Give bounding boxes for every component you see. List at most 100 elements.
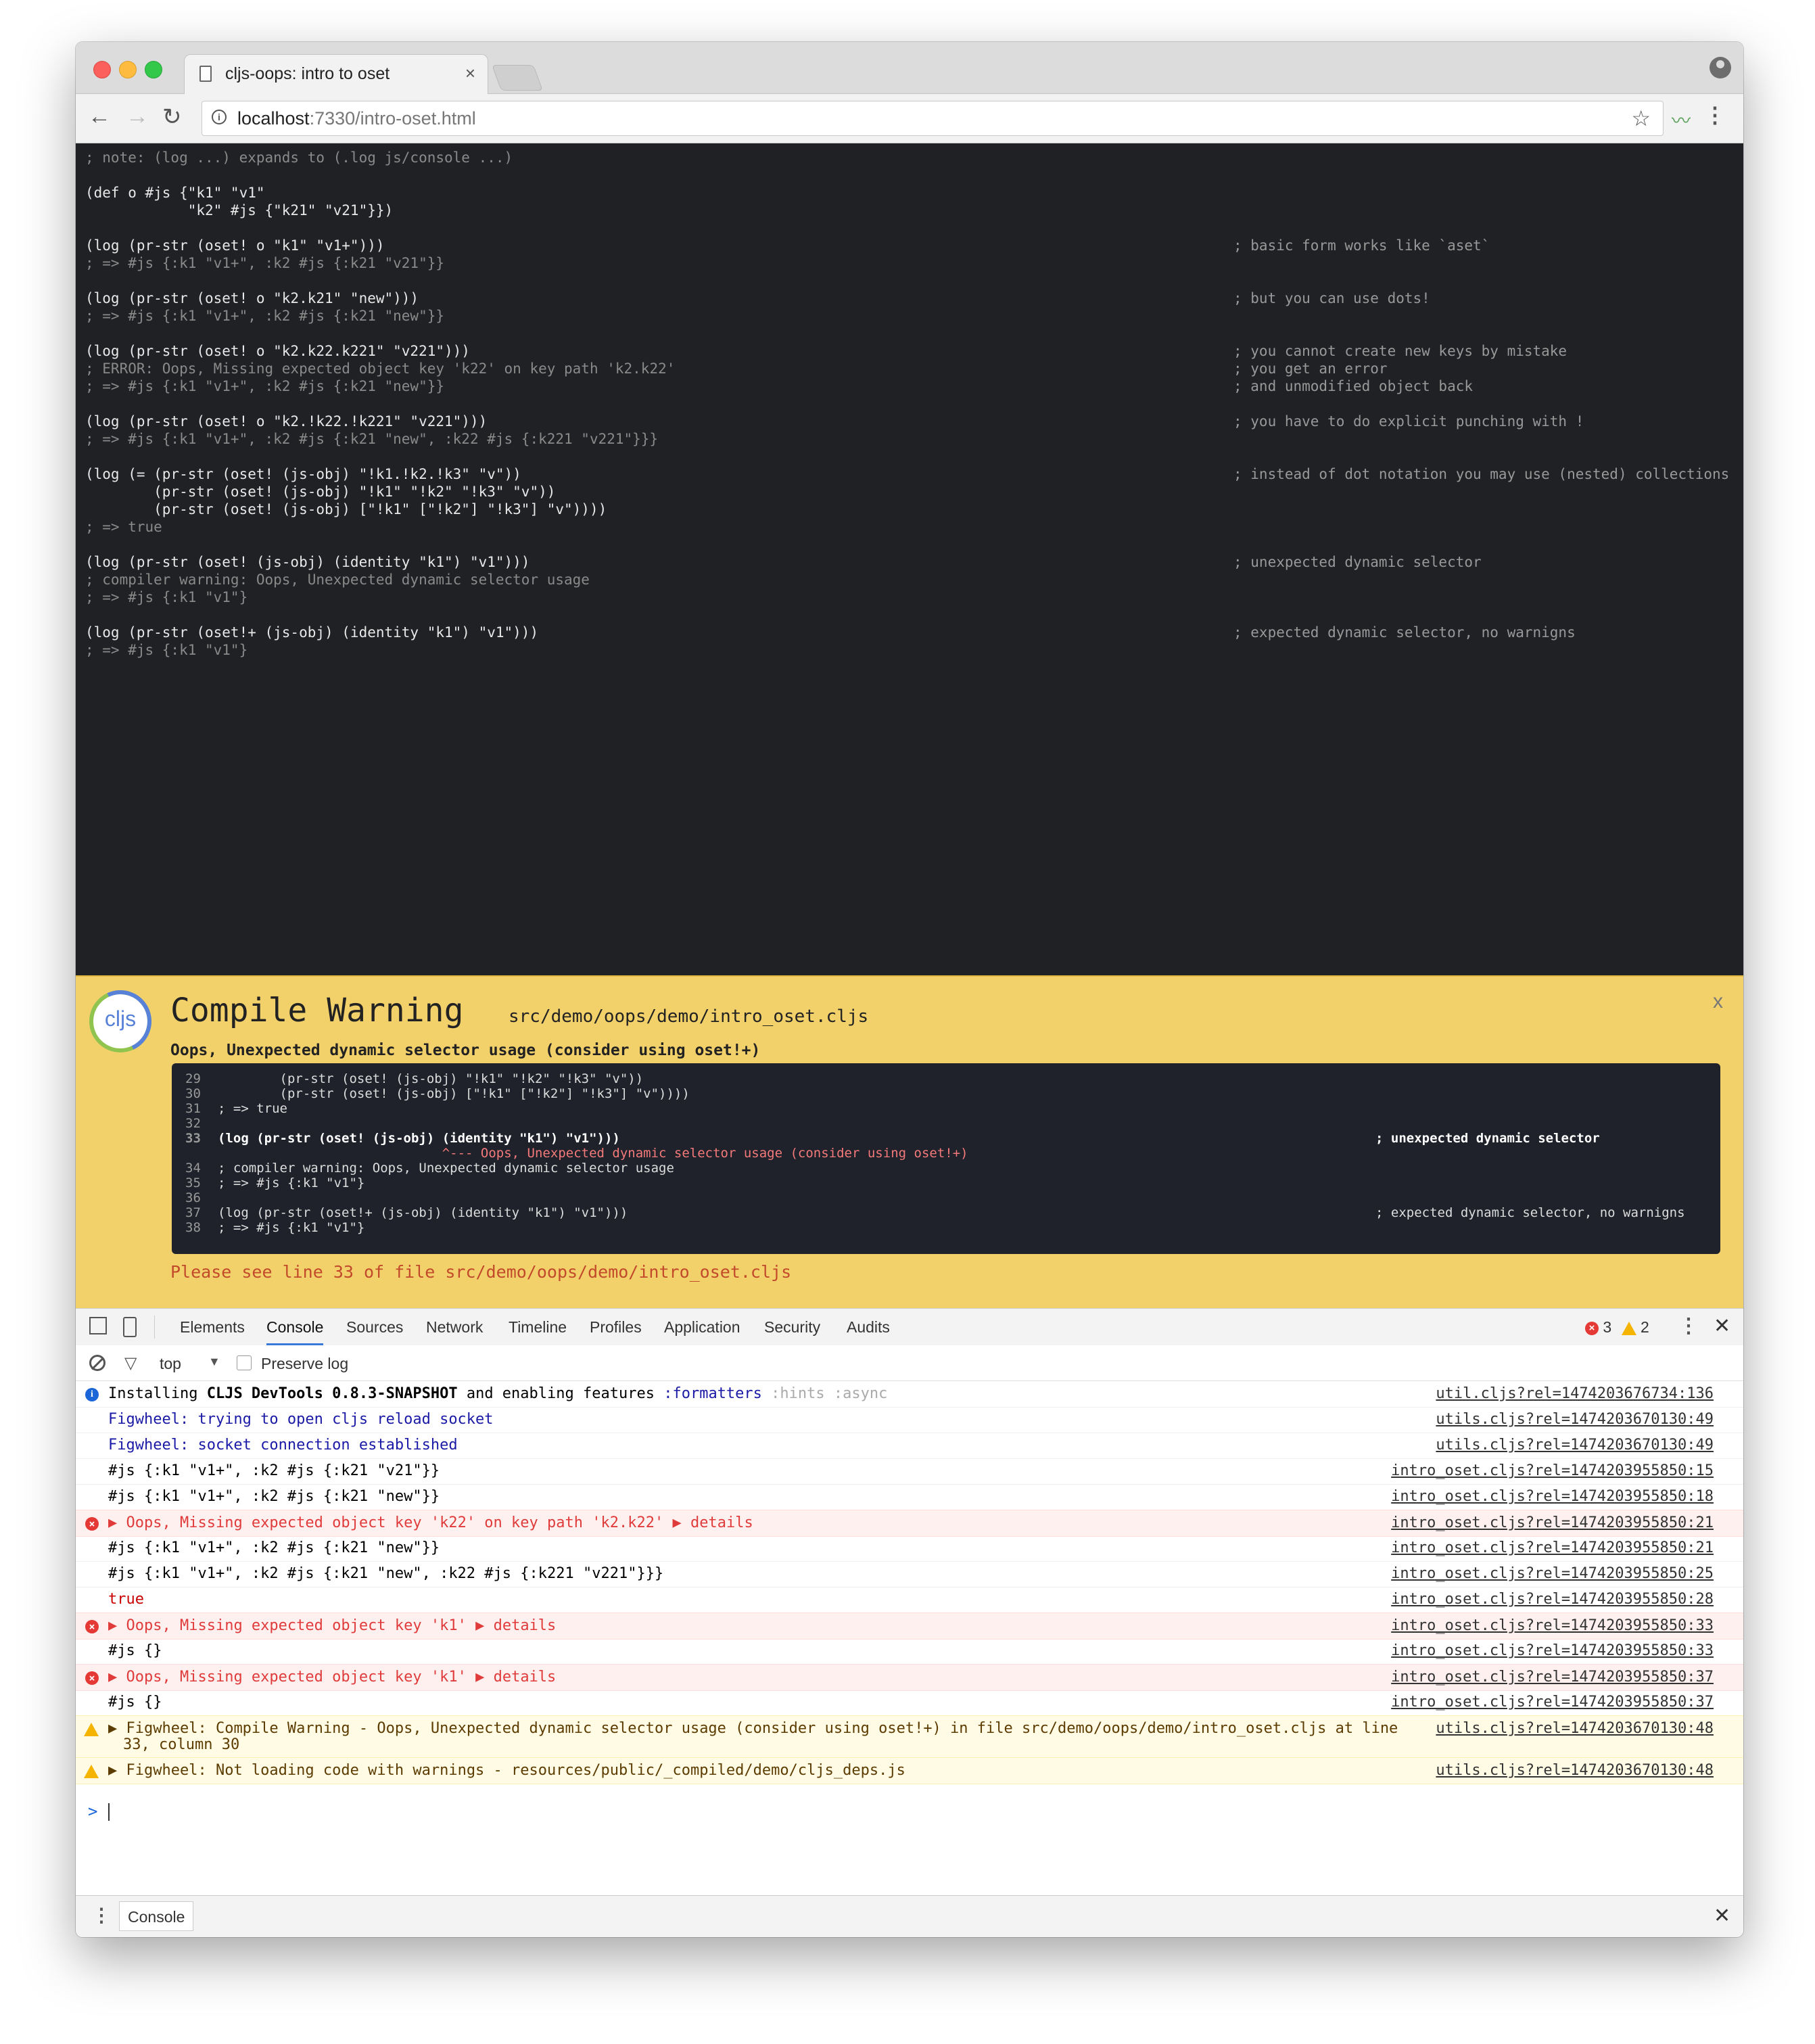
source-link[interactable]: intro_oset.cljs?rel=1474203955850:21 [1391, 1514, 1714, 1531]
tab-timeline[interactable]: Timeline [509, 1318, 567, 1337]
reload-icon[interactable]: ↻ [162, 103, 182, 131]
console-text: ▶ Oops, Missing expected object key 'k22… [108, 1514, 753, 1531]
address-bar[interactable]: i localhost:7330/intro-oset.html ☆ [202, 101, 1664, 136]
bookmark-star-icon[interactable]: ☆ [1631, 106, 1651, 131]
excerpt-line: 29 (pr-str (oset! (js-obj) "!k1" "!k2" "… [185, 1071, 644, 1086]
excerpt-line: 38; => #js {:k1 "v1"} [185, 1220, 365, 1235]
code-line: (pr-str (oset! (js-obj) ["!k1" ["!k2"] "… [85, 501, 607, 517]
dropdown-arrow-icon[interactable]: ▼ [208, 1355, 220, 1369]
code-result: ; => #js {:k1 "v1+", :k2 #js {:k21 "new"… [85, 378, 445, 394]
inspect-element-icon[interactable] [89, 1317, 107, 1334]
console-error-row[interactable]: × ▶ Oops, Missing expected object key 'k… [76, 1510, 1743, 1537]
source-link[interactable]: intro_oset.cljs?rel=1474203955850:37 [1391, 1694, 1714, 1711]
zoom-window-button[interactable] [145, 61, 162, 78]
tab-close-icon[interactable]: × [465, 63, 475, 84]
code-comment: ; expected dynamic selector, no warnigns [1233, 624, 1576, 641]
tab-profiles[interactable]: Profiles [590, 1318, 642, 1337]
error-icon: × [85, 1517, 99, 1531]
tab-network[interactable]: Network [426, 1318, 483, 1337]
clear-console-icon[interactable] [89, 1355, 105, 1371]
url-text[interactable]: localhost:7330/intro-oset.html [237, 108, 476, 129]
tab-elements[interactable]: Elements [180, 1318, 245, 1337]
code-result: ; => #js {:k1 "v1"} [85, 642, 248, 658]
code-warning: ; compiler warning: Oops, Unexpected dyn… [85, 572, 590, 588]
code-line: (log (pr-str (oset! o "k2.k21" "new"))) [85, 290, 419, 306]
source-link[interactable]: utils.cljs?rel=1474203670130:48 [1436, 1762, 1714, 1779]
error-icon: × [85, 1620, 99, 1633]
source-link[interactable]: intro_oset.cljs?rel=1474203955850:37 [1391, 1669, 1714, 1686]
device-toolbar-icon[interactable] [123, 1317, 137, 1337]
preserve-log-checkbox[interactable] [237, 1355, 252, 1370]
console-input[interactable] [108, 1803, 110, 1821]
warning-close-icon[interactable]: x [1713, 990, 1723, 1013]
error-count: 3 [1603, 1318, 1612, 1336]
warning-code-excerpt: 29 (pr-str (oset! (js-obj) "!k1" "!k2" "… [172, 1063, 1720, 1254]
browser-menu-icon[interactable]: ⋮ [1704, 102, 1726, 128]
context-selector[interactable]: top [160, 1355, 181, 1373]
console-text: #js {:k1 "v1+", :k2 #js {:k21 "new", :k2… [108, 1565, 664, 1582]
source-link[interactable]: util.cljs?rel=1474203676734:136 [1436, 1385, 1714, 1402]
tab-security[interactable]: Security [764, 1318, 820, 1337]
warning-title: Compile Warning [170, 992, 464, 1029]
extension-icon[interactable]: 〰 [1672, 106, 1691, 133]
code-line: (def o #js {"k1" "v1" [85, 185, 265, 201]
console-text: #js {:k1 "v1+", :k2 #js {:k21 "new"}} [108, 1488, 440, 1505]
warning-footer: Please see line 33 of file src/demo/oops… [170, 1262, 792, 1282]
warning-icon [84, 1765, 99, 1778]
minimize-window-button[interactable] [119, 61, 137, 78]
title-bar: cljs-oops: intro to oset × [76, 42, 1743, 95]
source-link[interactable]: utils.cljs?rel=1474203670130:49 [1436, 1437, 1714, 1454]
forward-arrow-icon[interactable]: → [126, 103, 149, 130]
code-comment: ; but you can use dots! [1233, 290, 1430, 306]
console-warning-row[interactable]: ▶ Figwheel: Not loading code with warnin… [76, 1757, 1743, 1784]
tab-sources[interactable]: Sources [346, 1318, 403, 1337]
drawer-close-icon[interactable]: ✕ [1714, 1904, 1730, 1928]
back-arrow-icon[interactable]: ← [88, 103, 111, 130]
info-icon[interactable]: i [212, 110, 227, 124]
source-link[interactable]: intro_oset.cljs?rel=1474203955850:21 [1391, 1539, 1714, 1556]
code-line: (pr-str (oset! (js-obj) "!k1" "!k2" "!k3… [85, 484, 556, 500]
page-code-area: ; note: (log ...) expands to (.log js/co… [76, 143, 1743, 975]
source-link[interactable]: intro_oset.cljs?rel=1474203955850:33 [1391, 1617, 1714, 1634]
close-window-button[interactable] [93, 61, 111, 78]
issue-counts[interactable]: × 3 2 [1585, 1318, 1649, 1337]
filter-icon[interactable]: ▽ [124, 1353, 137, 1373]
console-text: Installing CLJS DevTools 0.8.3-SNAPSHOT … [108, 1385, 888, 1402]
console-error-row[interactable]: × ▶ Oops, Missing expected object key 'k… [76, 1612, 1743, 1640]
code-line: (log (pr-str (oset!+ (js-obj) (identity … [85, 624, 539, 641]
tab-application[interactable]: Application [664, 1318, 740, 1337]
code-comment: ; you cannot create new keys by mistake [1233, 343, 1568, 359]
devtools-close-icon[interactable]: ✕ [1714, 1314, 1730, 1338]
compile-warning-overlay: cljs Compile Warning src/demo/oops/demo/… [76, 975, 1743, 1309]
source-link[interactable]: intro_oset.cljs?rel=1474203955850:28 [1391, 1591, 1714, 1608]
code-result: ; => #js {:k1 "v1+", :k2 #js {:k21 "v21"… [85, 255, 445, 271]
drawer-tab-console[interactable]: Console [119, 1901, 194, 1931]
code-line: (log (pr-str (oset! o "k1" "v1+"))) [85, 237, 385, 254]
code-result: ; => true [85, 519, 162, 535]
browser-window: cljs-oops: intro to oset × ← → ↻ i local… [76, 42, 1743, 1937]
tab-console[interactable]: Console [266, 1318, 324, 1345]
code-note: ; note: (log ...) expands to (.log js/co… [85, 149, 513, 166]
source-link[interactable]: utils.cljs?rel=1474203670130:49 [1436, 1411, 1714, 1428]
source-link[interactable]: utils.cljs?rel=1474203670130:48 [1436, 1720, 1714, 1737]
console-text: Figwheel: trying to open cljs reload soc… [108, 1411, 494, 1428]
tab-audits[interactable]: Audits [847, 1318, 890, 1337]
devtools-menu-icon[interactable]: ⋮ [1678, 1314, 1699, 1338]
source-link[interactable]: intro_oset.cljs?rel=1474203955850:25 [1391, 1565, 1714, 1582]
console-error-row[interactable]: × ▶ Oops, Missing expected object key 'k… [76, 1664, 1743, 1691]
excerpt-line: 31; => true [185, 1101, 287, 1116]
console-text-cont: 33, column 30 [123, 1736, 240, 1753]
code-comment: ; instead of dot notation you may use (n… [1233, 466, 1730, 482]
browser-toolbar: ← → ↻ i localhost:7330/intro-oset.html ☆… [76, 94, 1743, 143]
new-tab-button[interactable] [492, 65, 543, 91]
url-host: localhost [237, 108, 310, 129]
drawer-menu-icon[interactable]: ⋮ [92, 1904, 111, 1926]
profile-icon[interactable] [1710, 57, 1731, 78]
browser-tab[interactable]: cljs-oops: intro to oset × [184, 54, 488, 95]
source-link[interactable]: intro_oset.cljs?rel=1474203955850:15 [1391, 1462, 1714, 1479]
console-warning-row[interactable]: ▶ Figwheel: Compile Warning - Oops, Unex… [76, 1715, 1743, 1759]
warning-icon [84, 1723, 99, 1736]
source-link[interactable]: intro_oset.cljs?rel=1474203955850:18 [1391, 1488, 1714, 1505]
excerpt-line: 37 (log (pr-str (oset!+ (js-obj) (identit… [185, 1205, 628, 1220]
source-link[interactable]: intro_oset.cljs?rel=1474203955850:33 [1391, 1642, 1714, 1659]
